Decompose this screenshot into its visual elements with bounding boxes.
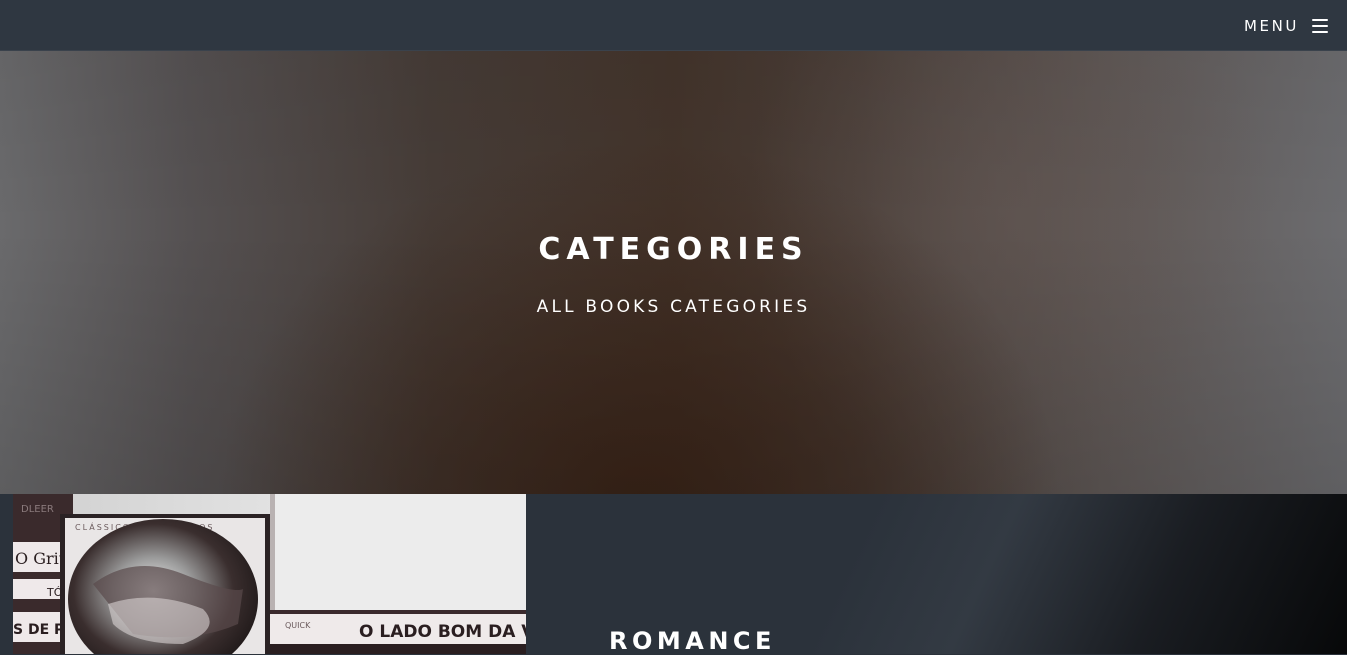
hero-banner: CATEGORIES ALL BOOKS CATEGORIES: [0, 51, 1347, 494]
hamburger-icon[interactable]: [1312, 19, 1328, 33]
menu-button[interactable]: MENU: [1244, 16, 1328, 36]
page-title: CATEGORIES: [538, 232, 809, 267]
spine-text: O LADO BOM DA V: [359, 622, 526, 642]
spine-text: DLEER: [21, 504, 54, 515]
category-romance: O Grit TÓ S DE PI DLEER CLÁSSICOS PARA T…: [0, 494, 1347, 655]
spine-text: QUICK: [285, 621, 311, 630]
page-subtitle: ALL BOOKS CATEGORIES: [536, 297, 811, 317]
navbar: MENU: [0, 0, 1347, 51]
category-image[interactable]: O Grit TÓ S DE PI DLEER CLÁSSICOS PARA T…: [13, 494, 526, 654]
spine-text: O Grit: [15, 549, 66, 568]
category-title[interactable]: ROMANCE: [609, 627, 776, 655]
hero-overlay: [0, 51, 1347, 494]
menu-label: MENU: [1243, 17, 1299, 35]
books-photo: O Grit TÓ S DE PI DLEER CLÁSSICOS PARA T…: [13, 494, 526, 654]
